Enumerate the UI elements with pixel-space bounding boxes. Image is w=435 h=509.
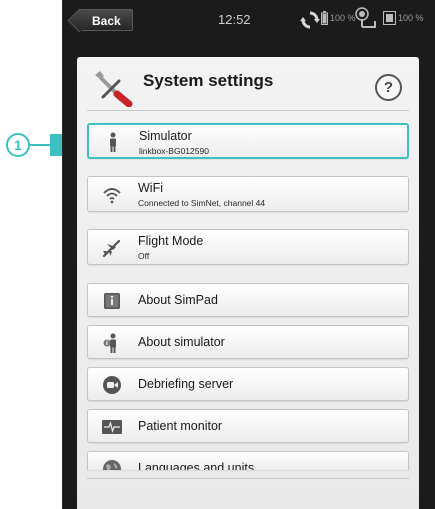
settings-panel: System settings ? Simulator linkbox-BG01… bbox=[77, 57, 419, 509]
info-icon bbox=[104, 293, 120, 309]
list-bottom-divider bbox=[87, 478, 409, 479]
menu-item-about-simpad[interactable]: About SimPad bbox=[87, 283, 409, 317]
status-bar: Back 12:52 100 % 100 % bbox=[63, 0, 435, 40]
callout-number-badge: 1 bbox=[6, 133, 30, 157]
menu-item-label: Debriefing server bbox=[138, 377, 234, 391]
menu-item-label: WiFi bbox=[138, 181, 163, 195]
camera-icon bbox=[103, 376, 121, 394]
menu-item-sublabel: linkbox-BG012590 bbox=[139, 146, 209, 156]
menu-item-sublabel: Off bbox=[138, 251, 150, 261]
menu-item-label: About simulator bbox=[138, 335, 225, 349]
airplane-icon bbox=[102, 239, 121, 258]
person-icon bbox=[110, 132, 116, 152]
battery-box-icon bbox=[383, 11, 396, 25]
menu-item-simulator[interactable]: Simulator linkbox-BG012590 bbox=[87, 123, 409, 159]
back-button[interactable]: Back bbox=[79, 9, 133, 31]
device-frame: Back 12:52 100 % 100 % System settings ?… bbox=[62, 0, 435, 509]
wifi-icon bbox=[103, 188, 121, 204]
wifi-signal-icon bbox=[355, 7, 376, 28]
callout-connector-line bbox=[30, 144, 52, 146]
settings-header: System settings ? bbox=[77, 57, 419, 115]
person-info-icon bbox=[103, 333, 116, 353]
back-button-label: Back bbox=[92, 14, 121, 28]
battery-2-percent: 100 % bbox=[398, 13, 424, 23]
page-title: System settings bbox=[143, 71, 274, 90]
menu-item-flight-mode[interactable]: Flight Mode Off bbox=[87, 229, 409, 265]
clock: 12:52 bbox=[218, 12, 251, 27]
tools-icon bbox=[95, 71, 133, 107]
globe-icon bbox=[103, 460, 121, 470]
battery-2-status: 100 % bbox=[383, 11, 424, 25]
header-divider bbox=[87, 110, 409, 111]
sync-icon bbox=[300, 11, 320, 29]
menu-item-label: Simulator bbox=[139, 129, 192, 143]
menu-item-label: Patient monitor bbox=[138, 419, 223, 433]
battery-1-percent: 100 % bbox=[330, 13, 356, 23]
menu-item-sublabel: Connected to SimNet, channel 44 bbox=[138, 198, 266, 208]
menu-item-languages-and-units[interactable]: Languages and units bbox=[87, 451, 409, 470]
monitor-icon bbox=[102, 420, 122, 434]
menu-item-patient-monitor[interactable]: Patient monitor bbox=[87, 409, 409, 443]
menu-item-wifi[interactable]: WiFi Connected to SimNet, channel 44 bbox=[87, 176, 409, 212]
help-button[interactable]: ? bbox=[375, 74, 402, 101]
menu-item-label: About SimPad bbox=[138, 293, 218, 307]
battery-icon bbox=[321, 11, 328, 25]
menu-item-label: Flight Mode bbox=[138, 234, 204, 248]
menu-item-debriefing-server[interactable]: Debriefing server bbox=[87, 367, 409, 401]
menu-item-about-simulator[interactable]: About simulator bbox=[87, 325, 409, 359]
menu-item-label: Languages and units bbox=[138, 461, 255, 470]
battery-1-status: 100 % bbox=[321, 11, 356, 25]
